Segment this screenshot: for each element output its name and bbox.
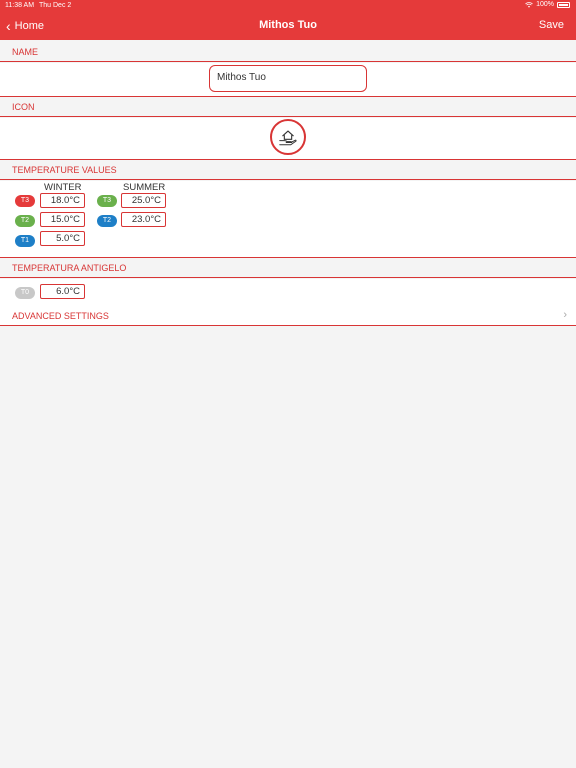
antigelo-row (0, 279, 576, 306)
page-title: Mithos Tuo (259, 19, 317, 31)
save-button[interactable]: Save (539, 19, 564, 31)
summer-column-header: SUMMER (123, 182, 166, 193)
winter-t1-value[interactable]: 5.0°C (40, 231, 85, 246)
nav-bar: 11:38 AM Thu Dec 2 100% ‹ Home Mithos Tu… (0, 0, 576, 40)
battery-percent: 100% (536, 1, 554, 8)
winter-t3-tag: T3 (15, 195, 35, 207)
temperature-area (0, 181, 576, 258)
house-hand-glyph (279, 130, 297, 146)
antigelo-t0-tag: T0 (15, 287, 35, 299)
antigelo-t0-value[interactable]: 6.0°C (40, 284, 85, 299)
winter-t2-tag: T2 (15, 215, 35, 227)
antigelo-section-header: TEMPERATURA ANTIGELO (0, 258, 576, 278)
status-bar: 11:38 AM Thu Dec 2 100% (0, 0, 576, 12)
summer-t3-value[interactable]: 25.0°C (121, 193, 166, 208)
wifi-icon (525, 1, 533, 8)
name-section-header: NAME (0, 42, 576, 62)
summer-t3-tag: T3 (97, 195, 117, 207)
advanced-settings-label: ADVANCED SETTINGS (12, 311, 109, 321)
status-right: 100% (525, 1, 570, 8)
battery-icon (557, 1, 570, 8)
winter-t3-value[interactable]: 18.0°C (40, 193, 85, 208)
chevron-right-icon: › (563, 309, 567, 321)
winter-column-header: WINTER (44, 182, 82, 193)
status-time: 11:38 AM (5, 2, 35, 9)
summer-t2-tag: T2 (97, 215, 117, 227)
status-date: Thu Dec 2 (39, 2, 72, 9)
summer-t2-value[interactable]: 23.0°C (121, 212, 166, 227)
house-hand-icon[interactable] (270, 119, 306, 155)
temperature-section-header: TEMPERATURE VALUES (0, 160, 576, 180)
advanced-settings-row[interactable]: ADVANCED SETTINGS › (0, 306, 576, 326)
icon-section-header: ICON (0, 97, 576, 117)
winter-t1-tag: T1 (15, 235, 35, 247)
winter-t2-value[interactable]: 15.0°C (40, 212, 85, 227)
name-input[interactable]: Mithos Tuo (209, 65, 367, 92)
